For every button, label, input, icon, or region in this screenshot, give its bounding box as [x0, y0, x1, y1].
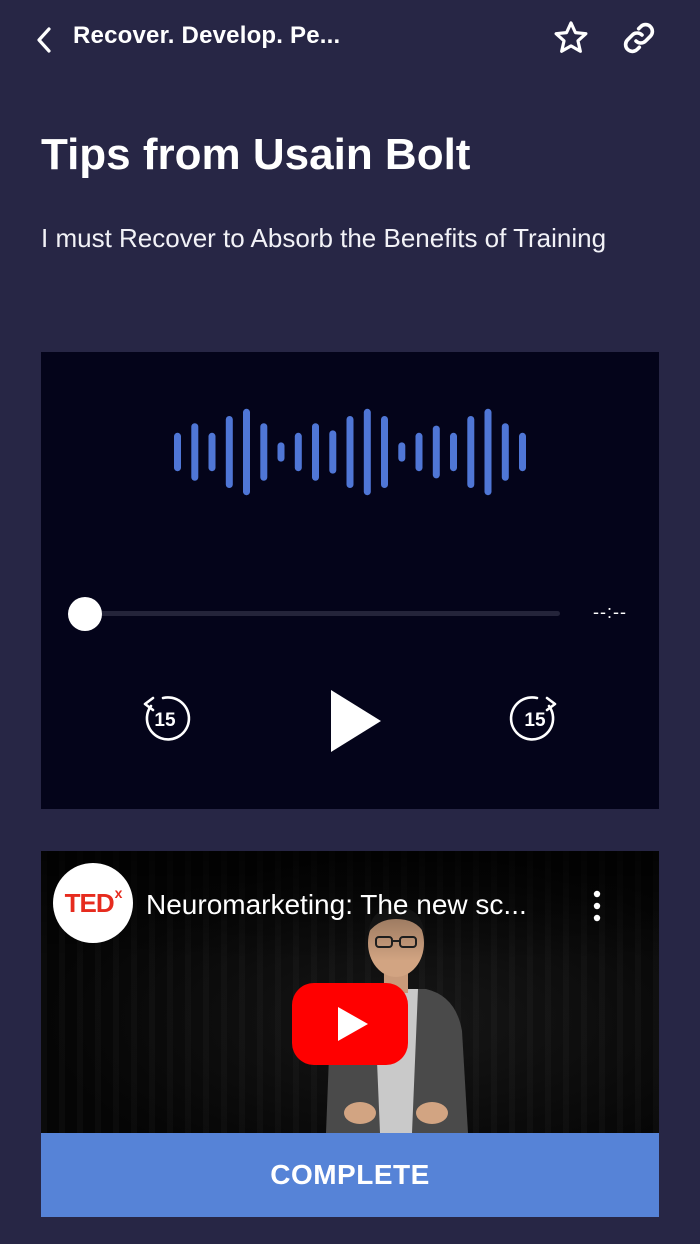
channel-avatar[interactable]: TEDx	[53, 863, 133, 943]
audio-player: --:-- 15 15	[41, 352, 659, 809]
waveform-bar	[312, 423, 319, 481]
youtube-play-icon[interactable]	[292, 983, 408, 1065]
waveform-bar	[225, 416, 233, 488]
waveform-bar	[501, 423, 509, 481]
waveform-bar	[363, 408, 371, 496]
progress-track[interactable]	[84, 611, 560, 616]
forward-15-icon: 15	[509, 696, 557, 741]
video-embed[interactable]: TEDx Neuromarketing: The new sc...	[41, 851, 659, 1133]
video-title[interactable]: Neuromarketing: The new sc...	[146, 889, 527, 921]
waveform-bar	[243, 408, 250, 496]
waveform-bar	[260, 423, 268, 481]
waveform-bar	[450, 432, 457, 472]
waveform-bar	[415, 432, 423, 472]
waveform-bar	[432, 425, 440, 479]
rewind-15-button[interactable]: 15	[135, 688, 195, 748]
forward-seconds-label: 15	[524, 710, 546, 731]
play-button[interactable]	[325, 686, 385, 756]
top-bar: Recover. Develop. Pe...	[0, 0, 700, 78]
link-icon	[623, 22, 655, 54]
waveform-bar	[329, 430, 337, 474]
forward-15-button[interactable]: 15	[505, 688, 565, 748]
rewind-15-icon: 15	[143, 696, 191, 741]
rewind-seconds-label: 15	[154, 710, 176, 731]
waveform-bar	[191, 423, 199, 481]
page-subtitle: I must Recover to Absorb the Benefits of…	[41, 223, 607, 253]
waveform-bar	[174, 432, 181, 472]
waveform-bar	[519, 432, 526, 472]
waveform	[174, 408, 526, 496]
waveform-bar	[381, 416, 388, 488]
waveform-bar	[467, 416, 475, 488]
progress-thumb[interactable]	[68, 597, 102, 631]
waveform-bar	[294, 432, 302, 472]
waveform-bar	[277, 442, 285, 462]
page-title: Tips from Usain Bolt	[41, 130, 471, 179]
waveform-bar	[346, 416, 354, 488]
play-icon	[331, 690, 381, 752]
top-bar-title: Recover. Develop. Pe...	[73, 22, 341, 49]
waveform-bar	[398, 442, 406, 462]
favorite-button[interactable]	[549, 16, 593, 60]
waveform-bar	[208, 432, 216, 472]
complete-button[interactable]: COMPLETE	[41, 1133, 659, 1217]
back-button[interactable]	[26, 20, 62, 60]
waveform-bar	[484, 408, 492, 496]
chevron-left-icon	[37, 27, 51, 53]
ted-logo: TEDx	[64, 884, 123, 918]
more-vertical-icon[interactable]	[587, 889, 607, 923]
time-remaining: --:--	[593, 602, 627, 622]
star-outline-icon	[554, 21, 588, 53]
share-link-button[interactable]	[617, 16, 661, 60]
